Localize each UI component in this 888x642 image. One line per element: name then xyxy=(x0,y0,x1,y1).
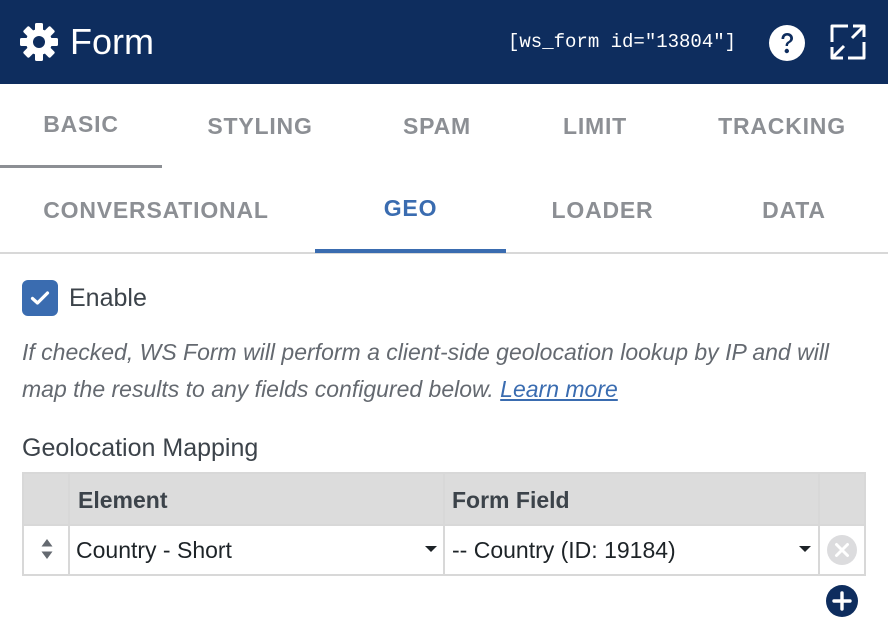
page-title: Form xyxy=(70,21,154,62)
geolocation-mapping-label: Geolocation Mapping xyxy=(22,434,259,462)
tab-basic[interactable]: BASIC xyxy=(0,84,162,168)
shortcode-text[interactable]: [ws_form id="13804"] xyxy=(508,30,736,54)
help-description: If checked, WS Form will perform a clien… xyxy=(22,339,830,402)
tab-bar-primary: BASIC STYLING SPAM LIMIT TRACKING xyxy=(0,84,888,168)
gear-icon xyxy=(20,23,58,61)
checkmark-icon xyxy=(30,291,50,305)
learn-more-link[interactable]: Learn more xyxy=(500,376,618,402)
tab-limit[interactable]: LIMIT xyxy=(530,84,660,168)
enable-row: Enable xyxy=(22,280,147,316)
tab-conversational[interactable]: CONVERSATIONAL xyxy=(20,168,292,252)
add-row-icon[interactable] xyxy=(825,584,859,618)
help-text: If checked, WS Form will perform a clien… xyxy=(22,334,872,408)
form-field-select[interactable]: -- Country (ID: 19184) xyxy=(452,526,818,574)
column-divider xyxy=(818,474,820,574)
sort-handle-icon[interactable] xyxy=(40,538,54,560)
tab-styling[interactable]: STYLING xyxy=(180,84,340,168)
enable-checkbox[interactable] xyxy=(22,280,58,316)
chevron-down-icon xyxy=(425,546,437,552)
tab-geo[interactable]: GEO xyxy=(315,168,506,253)
expand-icon[interactable] xyxy=(828,22,868,62)
tab-tracking[interactable]: TRACKING xyxy=(696,84,868,168)
tab-data[interactable]: DATA xyxy=(730,168,858,252)
element-select[interactable]: Country - Short xyxy=(76,526,444,574)
column-header-form-field: Form Field xyxy=(452,486,570,513)
remove-row-icon[interactable] xyxy=(826,534,858,566)
header-bar: Form [ws_form id="13804"] xyxy=(0,0,888,84)
help-icon[interactable] xyxy=(768,24,806,62)
tab-loader[interactable]: LOADER xyxy=(530,168,675,252)
mapping-table: Element Form Field Country - Short -- Co… xyxy=(22,472,866,576)
column-divider xyxy=(68,474,70,574)
chevron-down-icon xyxy=(799,546,811,552)
tab-bar-secondary: CONVERSATIONAL GEO LOADER DATA xyxy=(0,168,888,254)
tab-spam[interactable]: SPAM xyxy=(362,84,512,168)
enable-label: Enable xyxy=(69,283,147,312)
column-header-element: Element xyxy=(78,486,168,513)
